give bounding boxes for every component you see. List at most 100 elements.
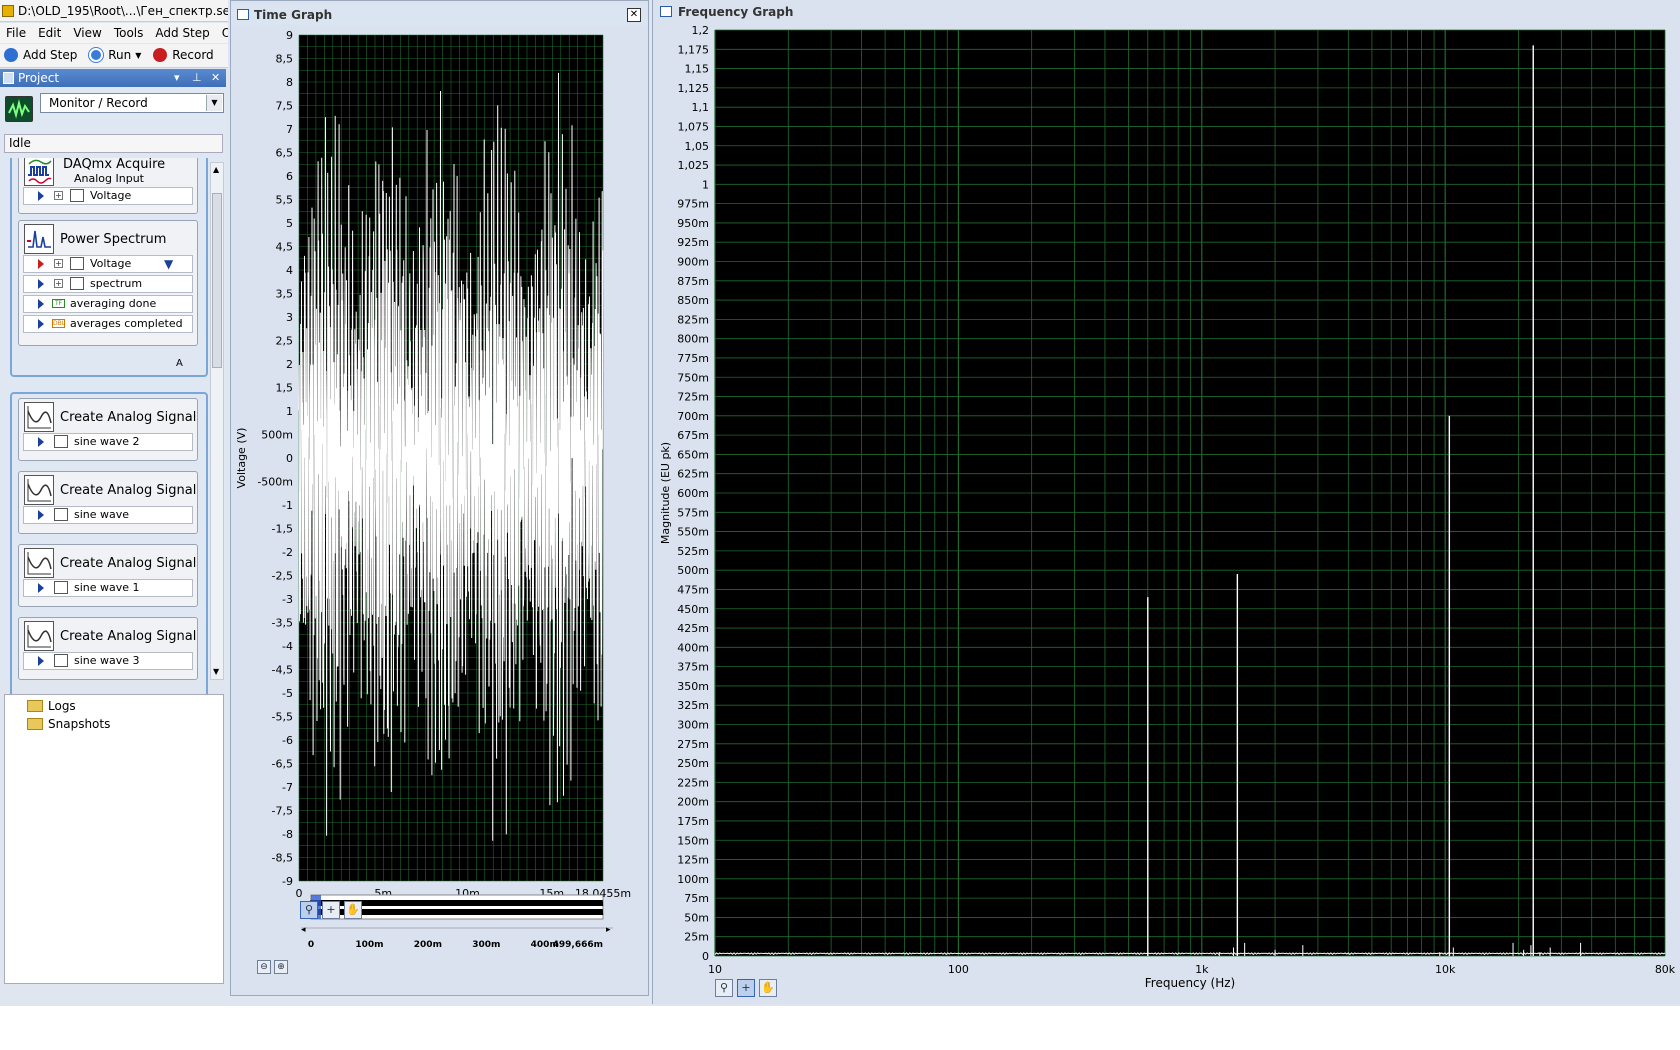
y-tick-label: 1,075	[678, 120, 710, 133]
overview-tick-label: 100m	[355, 940, 383, 950]
step-daqmx-acquire[interactable]: DAQmx Acquire Analog Input + Voltage	[18, 158, 198, 214]
step-input-row[interactable]: + Voltage ▼	[23, 255, 193, 273]
y-tick-label: 1,175	[678, 43, 710, 56]
y-tick-label: 825m	[677, 313, 709, 326]
y-tick-label: 150m	[677, 834, 709, 847]
waveform-icon	[54, 508, 68, 521]
y-tick-label: 6	[286, 170, 293, 183]
step-list-scrollbar[interactable]: ▲ ▼	[210, 162, 224, 680]
y-tick-label: 675m	[677, 429, 709, 442]
time-graph[interactable]: 9 8,5 8 7,5 7 6,5 6 5,5 5 4,5 4 3,5 3 2,5 2 1,5 1 500m 0 -5…	[231, 25, 648, 997]
menu-file[interactable]: File	[0, 23, 32, 40]
expand-arrow-icon[interactable]	[38, 279, 44, 289]
tree-item-logs[interactable]: Logs	[27, 699, 76, 713]
y-tick-label: 1,2	[692, 24, 710, 37]
step-power-spectrum[interactable]: Power Spectrum + Voltage ▼ + spectrum TF ave…	[18, 220, 198, 346]
scroll-up-icon[interactable]: ▲	[213, 165, 219, 174]
y-tick-label: -8,5	[272, 852, 293, 865]
menu-edit[interactable]: Edit	[32, 23, 67, 40]
scrollbar-thumb[interactable]	[212, 193, 222, 368]
chevron-down-icon[interactable]: ▼	[206, 95, 222, 111]
y-tick-label: 50m	[684, 911, 709, 924]
y-tick-label: 800m	[677, 333, 709, 346]
step-output-row[interactable]: sine wave 1	[23, 579, 193, 597]
scroll-left-icon: ◂	[301, 925, 306, 935]
expand-arrow-icon[interactable]	[38, 656, 44, 666]
y-tick-label: 875m	[677, 275, 709, 288]
step-create-analog-signal[interactable]: Create Analog Signal sine wave 2	[18, 398, 198, 461]
plus-box-icon[interactable]: +	[54, 259, 63, 268]
y-tick-label: 625m	[677, 468, 709, 481]
y-tick-label: 500m	[261, 429, 293, 442]
expand-arrow-icon[interactable]	[38, 191, 44, 201]
zoom-in-icon[interactable]: ⊕	[274, 960, 288, 974]
y-tick-label: 2,5	[276, 335, 294, 348]
x-tick-label: 10k	[1435, 963, 1456, 976]
close-icon[interactable]: ✕	[211, 69, 220, 87]
overview-tick-label: 0	[308, 940, 314, 950]
mode-select[interactable]: Monitor / Record ▼	[40, 93, 224, 113]
run-button[interactable]: Run ▼	[85, 44, 145, 66]
scroll-right-icon: ▸	[606, 925, 611, 935]
step-create-analog-signal[interactable]: Create Analog Signal sine wave 3	[18, 617, 198, 680]
expand-arrow-icon[interactable]	[38, 583, 44, 593]
x-tick-label: 100	[948, 963, 969, 976]
chevron-down-icon[interactable]: ▼	[135, 51, 141, 60]
plus-box-icon[interactable]: +	[54, 191, 63, 200]
step-output-row[interactable]: sine wave 2	[23, 433, 193, 451]
zoom-icon[interactable]: ⚲	[300, 901, 318, 919]
expand-arrow-icon[interactable]	[38, 437, 44, 447]
y-tick-label: 1,1	[692, 101, 710, 114]
waveform-icon	[70, 189, 84, 202]
record-button[interactable]: Record	[149, 44, 217, 66]
analog-signal-icon	[24, 402, 54, 432]
project-pane: Monitor / Record ▼ Idle A DAQmx Acquire …	[0, 88, 226, 765]
expand-arrow-icon[interactable]	[38, 259, 44, 269]
step-output-row[interactable]: sine wave	[23, 506, 193, 524]
expand-arrow-icon[interactable]	[38, 319, 44, 329]
step-output-row[interactable]: sine wave 3	[23, 652, 193, 670]
pin-icon[interactable]: ⊥	[192, 69, 202, 87]
pan-hand-icon[interactable]: ✋	[759, 979, 777, 997]
menu-view[interactable]: View	[67, 23, 107, 40]
scroll-down-icon[interactable]: ▼	[213, 667, 219, 676]
menu-add-step[interactable]: Add Step	[149, 23, 215, 40]
y-tick-label: 1	[286, 405, 293, 418]
analog-signal-icon	[24, 621, 54, 651]
zoom-icon[interactable]: ⚲	[715, 979, 733, 997]
pan-hand-icon[interactable]: ✋	[344, 901, 362, 919]
cursor-cross-icon[interactable]: +	[737, 979, 755, 997]
plus-box-icon[interactable]: +	[54, 279, 63, 288]
add-step-button[interactable]: Add Step	[0, 44, 81, 66]
tree-item-snapshots[interactable]: Snapshots	[27, 717, 110, 731]
y-tick-label: -4	[282, 640, 293, 653]
step-output-row[interactable]: + Voltage	[23, 187, 193, 205]
y-tick-label: 1	[702, 178, 709, 191]
menu-operate[interactable]: Op	[216, 23, 228, 40]
frequency-graph[interactable]: 1,2 1,175 1,15 1,125 1,1 1,075 1,05 1,025 1 975m 9…	[653, 22, 1680, 1004]
chevron-down-icon[interactable]: ▼	[164, 256, 173, 272]
expand-arrow-icon[interactable]	[38, 299, 44, 309]
cursor-cross-icon[interactable]: +	[322, 901, 340, 919]
waveform-icon	[54, 581, 68, 594]
step-output-row[interactable]: + spectrum	[23, 275, 193, 293]
step-create-analog-signal[interactable]: Create Analog Signal sine wave 1	[18, 544, 198, 607]
step-output-row[interactable]: DBL averages completed	[23, 315, 193, 333]
y-tick-label: 325m	[677, 699, 709, 712]
graph-icon	[237, 9, 249, 20]
y-tick-label: 850m	[677, 294, 709, 307]
y-tick-label: 1,5	[276, 382, 294, 395]
menu-tools[interactable]: Tools	[108, 23, 150, 40]
step-output-row[interactable]: TF averaging done	[23, 295, 193, 313]
step-create-analog-signal[interactable]: Create Analog Signal sine wave	[18, 471, 198, 534]
close-icon[interactable]: ✕	[627, 8, 641, 22]
expand-arrow-icon[interactable]	[38, 510, 44, 520]
zoom-out-icon[interactable]: ⊖	[257, 960, 271, 974]
y-axis-label: Voltage (V)	[235, 428, 248, 489]
spectrum-small-icon	[70, 277, 84, 290]
frequency-graph-panel: Frequency Graph 1,2 1,175 1,15 1,125 1,1 1,07…	[652, 0, 1680, 1004]
y-tick-label: 9	[286, 29, 293, 42]
panel-menu-icon[interactable]: ▾	[174, 69, 180, 87]
y-tick-label: -5,5	[272, 711, 293, 724]
y-tick-label: 3,5	[276, 288, 294, 301]
